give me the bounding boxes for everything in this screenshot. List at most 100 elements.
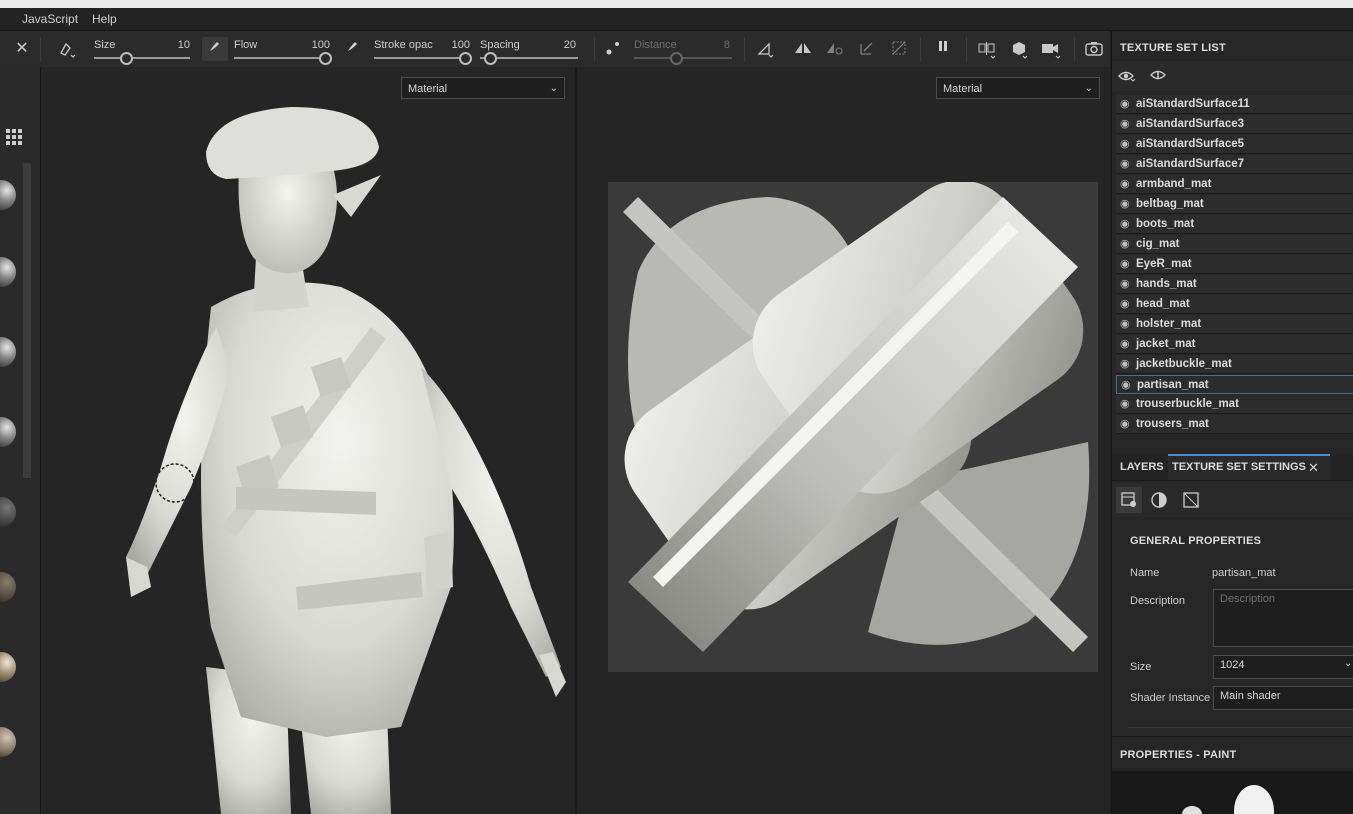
size-slider-track[interactable]	[94, 57, 190, 59]
material-thumbnail[interactable]	[0, 257, 16, 287]
material-thumbnail[interactable]	[0, 652, 16, 682]
menu-help[interactable]: Help	[92, 12, 117, 26]
texture-set-item-selected[interactable]: ◉ partisan_mat	[1116, 375, 1353, 394]
separator	[966, 37, 967, 61]
eye-icon[interactable]: ◉	[1120, 197, 1130, 210]
texture-set-item[interactable]: ◉ boots_mat	[1116, 215, 1353, 234]
texture-set-item[interactable]: ◉ armband_mat	[1116, 175, 1353, 194]
transform-icon[interactable]	[856, 39, 878, 59]
flow-slider-knob[interactable]	[319, 52, 332, 65]
texture-set-item[interactable]: ◉ aiStandardSurface3	[1116, 115, 1353, 134]
shelf-scrollbar[interactable]	[23, 163, 31, 478]
stroke-opacity-label: Stroke opac	[374, 39, 433, 51]
visibility-toggle-icon[interactable]	[1118, 69, 1136, 83]
eye-icon[interactable]: ◉	[1120, 317, 1130, 330]
uv-texture-canvas[interactable]	[608, 182, 1098, 672]
texture-set-item[interactable]: ◉ jacket_mat	[1116, 335, 1353, 354]
stroke-opacity-slider-knob[interactable]	[459, 52, 472, 65]
pause-icon[interactable]	[932, 39, 954, 59]
eye-icon[interactable]: ◉	[1120, 237, 1130, 250]
solo-visibility-icon[interactable]	[1150, 68, 1166, 82]
settings-icon-row	[1112, 483, 1353, 517]
eye-icon[interactable]: ◉	[1121, 378, 1131, 391]
viewport-2d[interactable]: Material ⌄	[577, 67, 1110, 814]
eye-icon[interactable]: ◉	[1120, 257, 1130, 270]
material-thumbnail[interactable]	[0, 337, 16, 367]
stroke-opacity-value[interactable]: 100	[440, 39, 470, 51]
texture-set-item[interactable]: ◉ trouserbuckle_mat	[1116, 395, 1353, 414]
eye-icon[interactable]: ◉	[1120, 337, 1130, 350]
texture-set-item[interactable]: ◉ cig_mat	[1116, 235, 1353, 254]
uv-settings-icon[interactable]	[1182, 491, 1200, 509]
cube-icon[interactable]	[1008, 39, 1030, 59]
divider	[1112, 736, 1353, 737]
texture-set-item[interactable]: ◉ EyeR_mat	[1116, 255, 1353, 274]
close-icon[interactable]: ✕	[11, 39, 33, 59]
texture-set-item[interactable]: ◉ head_mat	[1116, 295, 1353, 314]
texture-set-item[interactable]: ◉ aiStandardSurface5	[1116, 135, 1353, 154]
texture-set-name: trouserbuckle_mat	[1136, 398, 1239, 410]
brush-preset-icon[interactable]	[56, 39, 78, 59]
menu-javascript[interactable]: JavaScript	[22, 12, 78, 26]
size-slider-knob[interactable]	[120, 52, 133, 65]
symmetry-icon[interactable]	[792, 39, 814, 59]
stroke-opacity-slider-track[interactable]	[374, 57, 470, 59]
tool-properties-bar: ✕ Size 10 Flow 100 Stroke opac 100 Spaci…	[0, 31, 1110, 68]
spacing-slider-knob[interactable]	[484, 52, 497, 65]
texture-set-item[interactable]: ◉ jacketbuckle_mat	[1116, 355, 1353, 374]
description-field[interactable]: Description	[1213, 589, 1353, 647]
tab-texture-set-settings-active[interactable]: TEXTURE SET SETTINGS ✕	[1168, 454, 1330, 480]
eye-icon[interactable]: ◉	[1120, 97, 1130, 110]
texture-set-item[interactable]: ◉ hands_mat	[1116, 275, 1353, 294]
material-thumbnail[interactable]	[0, 572, 16, 602]
flow-brush-icon[interactable]	[202, 37, 228, 61]
symmetry-settings-icon[interactable]	[824, 39, 846, 59]
material-thumbnail[interactable]	[0, 417, 16, 447]
occlusion-icon[interactable]	[888, 39, 910, 59]
camera-video-icon[interactable]	[1040, 39, 1062, 59]
spacing-label: Spacing	[480, 39, 520, 51]
lazy-mouse-icon[interactable]	[602, 39, 624, 59]
texture-set-item[interactable]: ◉ beltbag_mat	[1116, 195, 1353, 214]
bake-mesh-maps-icon[interactable]	[1150, 491, 1168, 509]
texture-set-item[interactable]: ◉ holster_mat	[1116, 315, 1353, 334]
texture-set-item[interactable]: ◉ trousers_mat	[1116, 415, 1353, 434]
flow-slider-track[interactable]	[234, 57, 330, 59]
texture-set-settings-icon[interactable]	[1116, 487, 1142, 513]
eye-icon[interactable]: ◉	[1120, 117, 1130, 130]
character-model	[126, 107, 566, 814]
spacing-value[interactable]: 20	[546, 39, 576, 51]
tab-layers[interactable]: LAYERS	[1120, 454, 1164, 480]
distance-value: 8	[723, 39, 730, 51]
texture-set-item[interactable]: ◉ aiStandardSurface11	[1116, 95, 1353, 114]
eye-icon[interactable]: ◉	[1120, 417, 1130, 430]
eye-icon[interactable]: ◉	[1120, 177, 1130, 190]
split-view-icon[interactable]	[976, 39, 998, 59]
texture-set-name: head_mat	[1136, 298, 1190, 310]
eye-icon[interactable]: ◉	[1120, 137, 1130, 150]
close-tab-icon[interactable]: ✕	[1308, 460, 1319, 476]
eye-icon[interactable]: ◉	[1120, 297, 1130, 310]
eye-icon[interactable]: ◉	[1120, 157, 1130, 170]
shader-instance-dropdown[interactable]: Main shader	[1213, 686, 1353, 710]
material-thumbnail[interactable]	[0, 180, 16, 210]
eye-icon[interactable]: ◉	[1120, 277, 1130, 290]
material-thumbnail[interactable]	[0, 727, 16, 757]
stroke-brush-icon[interactable]	[342, 39, 364, 59]
viewport-3d[interactable]: Material ⌄	[41, 67, 575, 814]
eye-icon[interactable]: ◉	[1120, 217, 1130, 230]
screenshot-camera-icon[interactable]	[1083, 39, 1105, 59]
viewport-2d-mode-dropdown[interactable]: Material ⌄	[936, 77, 1100, 99]
size-value[interactable]: 10	[160, 39, 190, 51]
texture-set-name: boots_mat	[1136, 218, 1195, 230]
eye-icon[interactable]: ◉	[1120, 357, 1130, 370]
material-thumbnail[interactable]	[0, 497, 16, 527]
texture-set-item[interactable]: ◉ aiStandardSurface7	[1116, 155, 1353, 174]
separator	[920, 37, 921, 61]
alignment-icon[interactable]	[754, 39, 776, 59]
flow-value[interactable]: 100	[296, 39, 330, 51]
size-dropdown[interactable]: 1024 ⌄	[1213, 655, 1353, 679]
grid-view-icon[interactable]	[4, 127, 24, 147]
eye-icon[interactable]: ◉	[1120, 397, 1130, 410]
description-placeholder: Description	[1220, 593, 1276, 605]
